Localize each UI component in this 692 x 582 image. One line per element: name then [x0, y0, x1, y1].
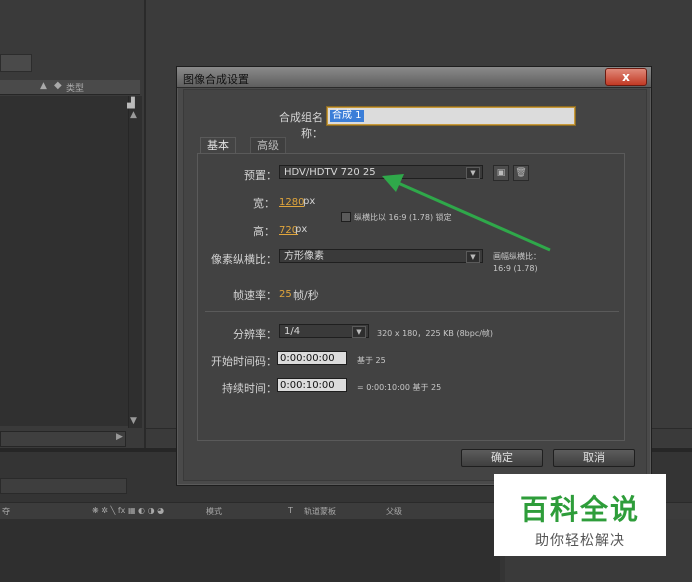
watermark-sub-text: 助你轻松解决: [535, 533, 625, 549]
watermark-logo: 百科全说 助你轻松解决: [494, 474, 666, 556]
arrow-shaft: [397, 181, 551, 252]
watermark-main-text: 百科全说: [519, 493, 640, 526]
